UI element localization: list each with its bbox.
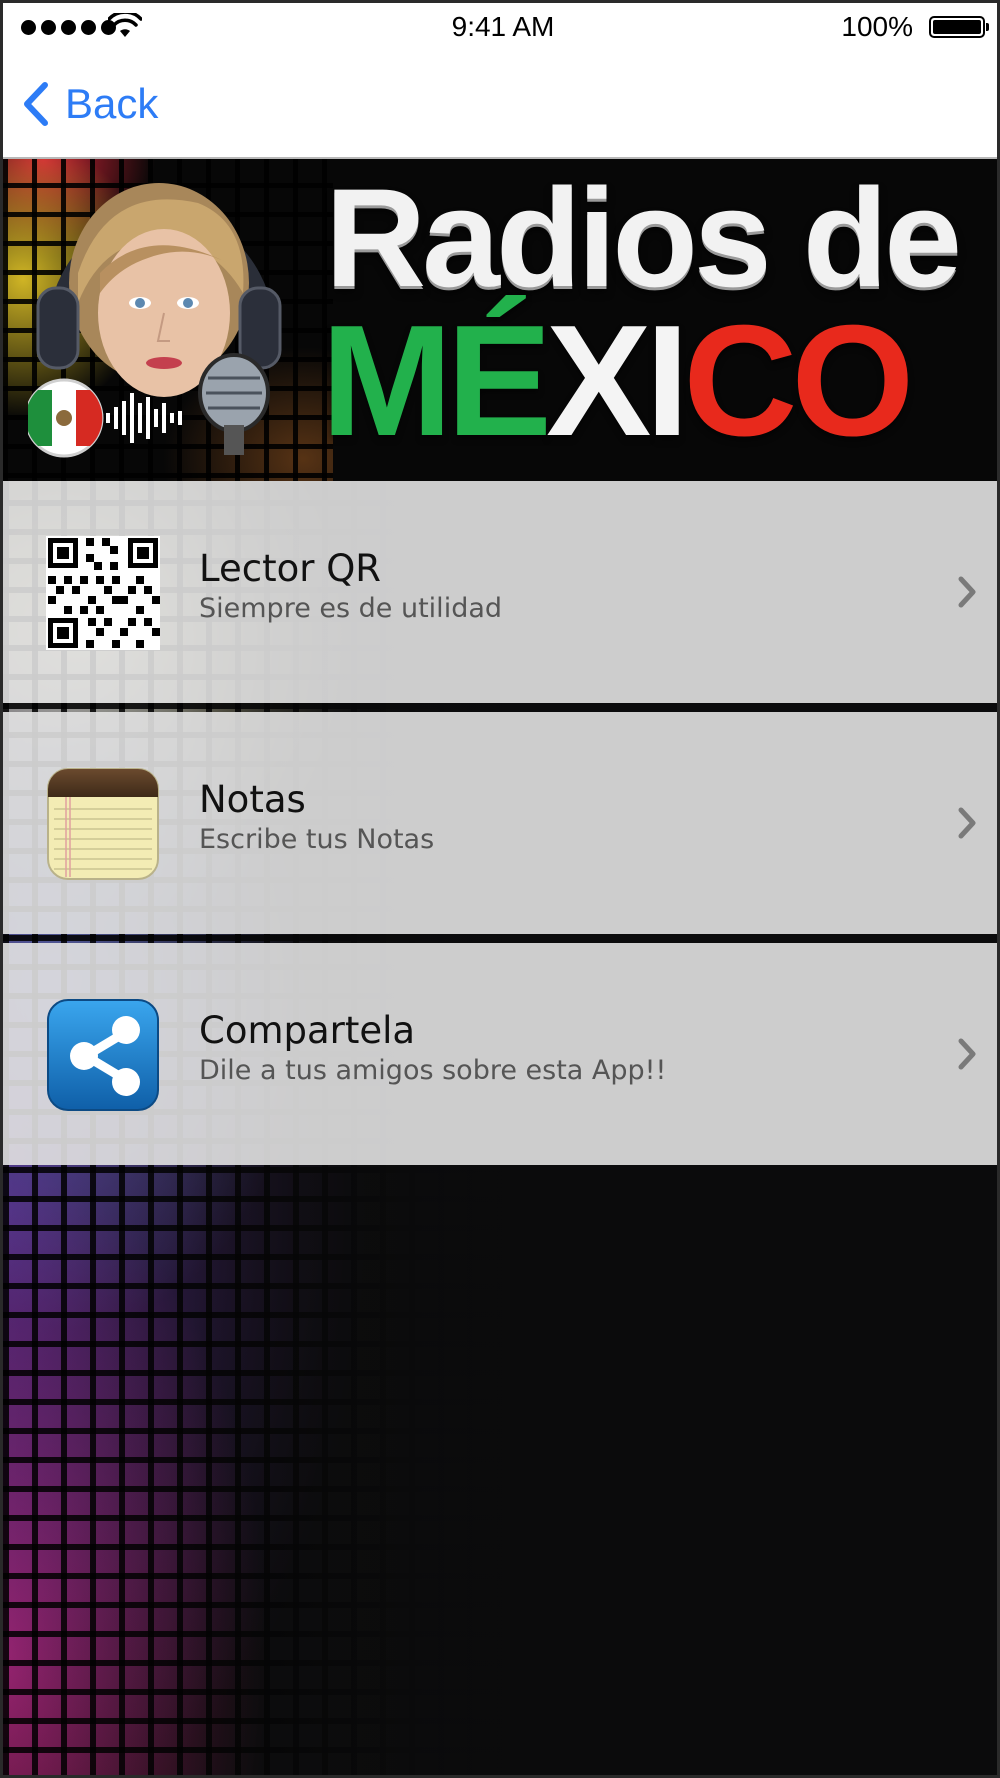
chevron-right-icon [958, 576, 976, 608]
app-screen: 9:41 AM 100% Back Radios de MÉXICO Lecto… [0, 0, 1000, 1778]
battery-icon [929, 16, 989, 38]
navigation-bar: Back [3, 53, 997, 159]
banner-title-line2: MÉXICO [321, 301, 914, 461]
back-button-label: Back [65, 80, 159, 127]
back-button[interactable]: Back [21, 81, 158, 127]
banner-title-part-green: MÉ [321, 293, 552, 469]
battery-percent: 100% [841, 11, 913, 42]
mexico-flag-icon [28, 378, 104, 458]
chevron-left-icon [24, 82, 48, 126]
microphone-icon [198, 353, 270, 455]
chevron-right-icon [958, 1038, 976, 1070]
sound-wave-icon [106, 393, 182, 443]
menu-item-title: Notas [199, 778, 306, 821]
menu-item-subtitle: Escribe tus Notas [199, 824, 435, 855]
banner-title-part-red: CO [683, 293, 914, 469]
app-banner: Radios de MÉXICO [3, 159, 997, 481]
notepad-icon [47, 768, 159, 880]
status-bar: 9:41 AM 100% [3, 3, 997, 53]
banner-title-line1: Radios de [325, 159, 962, 316]
menu-item-title: Lector QR [199, 547, 382, 590]
menu-item-notas[interactable]: Notas Escribe tus Notas [3, 712, 997, 934]
qr-code-icon [46, 536, 160, 650]
menu-item-title: Compartela [199, 1009, 416, 1052]
battery-fill [933, 20, 981, 34]
menu-item-subtitle: Siempre es de utilidad [199, 593, 503, 624]
banner-title-part-white: XI [546, 293, 689, 469]
woman-with-headphones-image [28, 183, 282, 458]
share-icon [47, 999, 159, 1111]
chevron-right-icon [958, 807, 976, 839]
menu-item-lector-qr[interactable]: Lector QR Siempre es de utilidad [3, 481, 997, 703]
menu-item-subtitle: Dile a tus amigos sobre esta App!! [199, 1055, 667, 1086]
menu-item-compartela[interactable]: Compartela Dile a tus amigos sobre esta … [3, 943, 997, 1165]
